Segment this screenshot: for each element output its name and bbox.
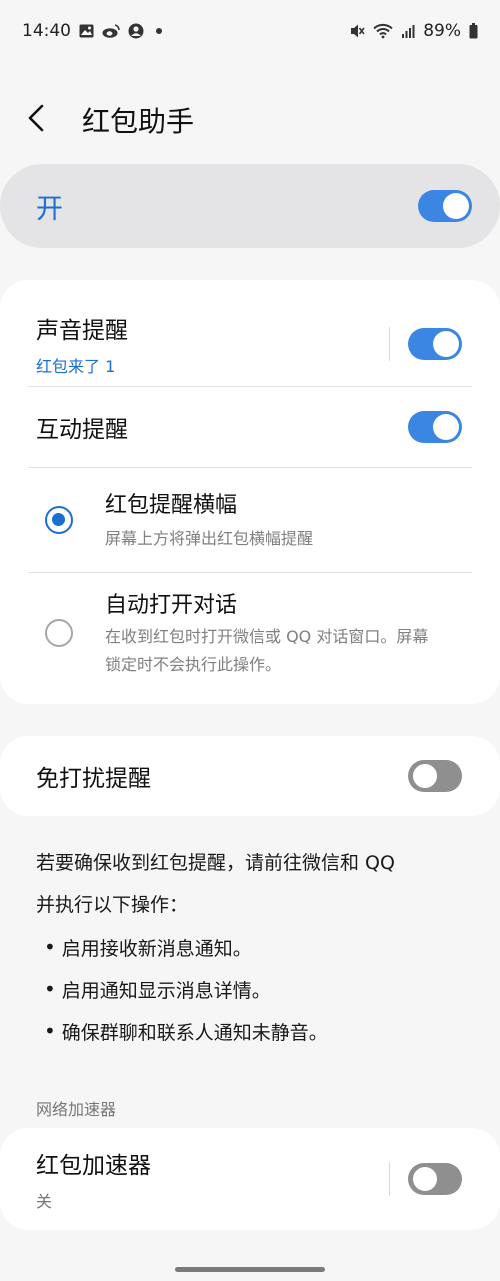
master-switch-row[interactable]: 开 xyxy=(0,164,500,248)
master-switch-label: 开 xyxy=(36,193,63,225)
dot-icon xyxy=(152,26,166,36)
reminder-settings-card: 声音提醒 红包来了 1 互动提醒 红包提醒横幅 屏幕上方将弹出红包横幅提醒 自动… xyxy=(0,280,500,704)
battery-percent: 89% xyxy=(423,21,461,41)
dnd-reminder-row[interactable]: 免打扰提醒 xyxy=(0,736,500,816)
switch-knob xyxy=(433,414,459,440)
vertical-divider xyxy=(389,327,390,361)
interactive-reminder-title: 互动提醒 xyxy=(36,417,128,443)
info-bullet-text: 启用通知显示消息详情。 xyxy=(61,979,271,1002)
interactive-reminder-row[interactable]: 互动提醒 xyxy=(0,387,500,467)
option-banner-row[interactable]: 红包提醒横幅 屏幕上方将弹出红包横幅提醒 xyxy=(0,468,500,572)
option-auto-open-desc-line2: 锁定时不会执行此操作。 xyxy=(105,655,282,674)
info-bullet: • 启用接收新消息通知。 xyxy=(44,935,252,960)
info-line-1: 若要确保收到红包提醒，请前往微信和 QQ xyxy=(36,852,395,874)
vertical-divider xyxy=(389,1162,390,1196)
weibo-icon xyxy=(102,24,120,38)
status-time: 14:40 xyxy=(22,21,71,41)
dnd-reminder-title: 免打扰提醒 xyxy=(36,766,151,792)
network-section-header: 网络加速器 xyxy=(36,1100,117,1119)
switch-knob xyxy=(411,1165,439,1193)
page-title: 红包助手 xyxy=(82,105,195,138)
sound-reminder-row[interactable]: 声音提醒 红包来了 1 xyxy=(0,302,500,386)
accelerator-switch[interactable] xyxy=(408,1163,462,1195)
battery-icon xyxy=(469,23,478,39)
interactive-reminder-switch[interactable] xyxy=(408,411,462,443)
accelerator-card: 红包加速器 关 xyxy=(0,1128,500,1230)
master-switch[interactable] xyxy=(418,190,472,222)
switch-knob xyxy=(411,762,439,790)
auto-open-radio[interactable] xyxy=(45,619,73,647)
dnd-reminder-switch[interactable] xyxy=(408,760,462,792)
back-button[interactable] xyxy=(26,92,86,148)
sound-reminder-subtitle: 红包来了 1 xyxy=(36,357,116,376)
accelerator-row[interactable]: 红包加速器 关 xyxy=(0,1136,500,1222)
info-bullet: • 确保群聊和联系人通知未静音。 xyxy=(44,1019,328,1044)
back-arrow-icon xyxy=(26,103,48,137)
option-auto-open-row[interactable]: 自动打开对话 在收到红包时打开微信或 QQ 对话窗口。屏幕 锁定时不会执行此操作… xyxy=(0,573,500,693)
sound-reminder-title: 声音提醒 xyxy=(36,318,128,344)
home-indicator[interactable] xyxy=(175,1267,325,1272)
info-line-2: 并执行以下操作： xyxy=(36,894,189,916)
info-bullet-text: 确保群聊和联系人通知未静音。 xyxy=(61,1021,328,1044)
accelerator-title: 红包加速器 xyxy=(36,1153,151,1179)
sound-reminder-switch[interactable] xyxy=(408,328,462,360)
info-text: 若要确保收到红包提醒，请前往微信和 QQ 并执行以下操作： • 启用接收新消息通知… xyxy=(36,842,476,1052)
option-auto-open-desc-line1: 在收到红包时打开微信或 QQ 对话窗口。屏幕 xyxy=(105,627,429,646)
option-auto-open-title: 自动打开对话 xyxy=(105,593,238,618)
account-icon xyxy=(128,23,144,39)
gallery-icon xyxy=(79,24,94,38)
info-bullet: • 启用通知显示消息详情。 xyxy=(44,977,271,1002)
wifi-icon xyxy=(373,23,393,39)
option-banner-title: 红包提醒横幅 xyxy=(105,493,238,518)
signal-icon xyxy=(401,24,415,38)
option-banner-desc: 屏幕上方将弹出红包横幅提醒 xyxy=(105,529,314,548)
banner-radio[interactable] xyxy=(45,506,73,534)
info-bullet-text: 启用接收新消息通知。 xyxy=(61,937,252,960)
accelerator-subtitle: 关 xyxy=(36,1192,53,1211)
dnd-card: 免打扰提醒 xyxy=(0,736,500,816)
switch-knob xyxy=(433,331,459,357)
mute-icon xyxy=(349,23,365,39)
switch-knob xyxy=(443,193,469,219)
app-header: 红包助手 xyxy=(0,92,500,148)
status-bar: 14:40 89% xyxy=(0,0,500,62)
